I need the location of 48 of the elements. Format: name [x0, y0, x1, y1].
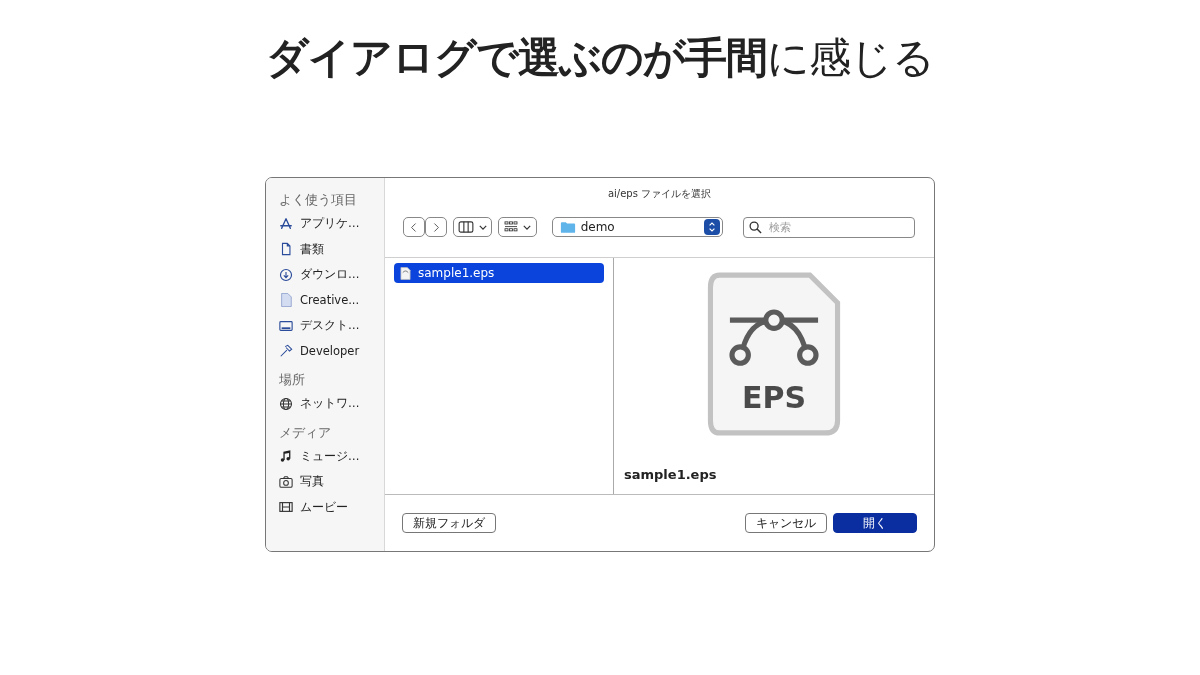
sidebar-item[interactable]: アプリケ…: [279, 211, 384, 237]
new-folder-button[interactable]: 新規フォルダ: [402, 513, 496, 533]
globe-icon: [279, 396, 293, 411]
open-button[interactable]: 開く: [833, 513, 917, 533]
location-dropdown[interactable]: demo: [551, 217, 723, 237]
chevron-down-icon: [522, 224, 531, 230]
camera-icon: [279, 474, 293, 489]
cancel-button[interactable]: キャンセル: [745, 513, 827, 533]
search-field[interactable]: 検索: [743, 216, 915, 238]
grouping-button[interactable]: [497, 217, 537, 237]
chevron-left-icon: [410, 221, 418, 233]
sidebar-heading: よく使う項目: [279, 192, 358, 209]
stepper-icon: [704, 219, 720, 235]
sidebar-item[interactable]: Creative...: [279, 287, 384, 313]
sidebar-item[interactable]: 書類: [279, 236, 384, 262]
search-icon: [749, 220, 762, 234]
file-type-label: EPS: [740, 380, 808, 415]
forward-button[interactable]: [425, 217, 447, 237]
music-note-icon: [279, 449, 293, 464]
sidebar-heading: メディア: [279, 424, 332, 442]
grid-icon: [503, 221, 518, 233]
sidebar-item[interactable]: ネットワ…: [279, 391, 384, 417]
view-mode-button[interactable]: [453, 217, 492, 237]
hammer-icon: [279, 344, 293, 359]
download-icon: [279, 267, 293, 282]
document-icon: [279, 242, 293, 257]
file-row[interactable]: sample1.eps: [394, 263, 604, 283]
sidebar-item[interactable]: ムービー: [279, 494, 384, 520]
film-icon: [279, 500, 293, 515]
sidebar-item[interactable]: ダウンロ…: [279, 262, 384, 288]
dialog-title: ai/eps ファイルを選択: [606, 187, 713, 201]
back-button[interactable]: [403, 217, 425, 237]
chevron-down-icon: [478, 224, 487, 230]
app-store-icon: [279, 216, 293, 231]
columns-icon: [457, 221, 474, 233]
sidebar-item[interactable]: 写真: [279, 469, 384, 495]
file-name: sample1.eps: [624, 467, 717, 482]
sidebar-heading: 場所: [279, 372, 306, 389]
desktop-icon: [279, 318, 293, 333]
sidebar-item[interactable]: Developer: [279, 338, 384, 364]
file-icon: [400, 266, 411, 280]
file-icon: [279, 293, 293, 308]
eps-file-icon: [707, 272, 841, 436]
sidebar-item[interactable]: デスクト…: [279, 313, 384, 339]
chevron-right-icon: [432, 221, 440, 233]
sidebar-item[interactable]: ミュージ…: [279, 443, 384, 469]
slide-title: ダイアログで選ぶのが手間に感じる: [266, 32, 934, 84]
folder-icon: [559, 220, 576, 234]
